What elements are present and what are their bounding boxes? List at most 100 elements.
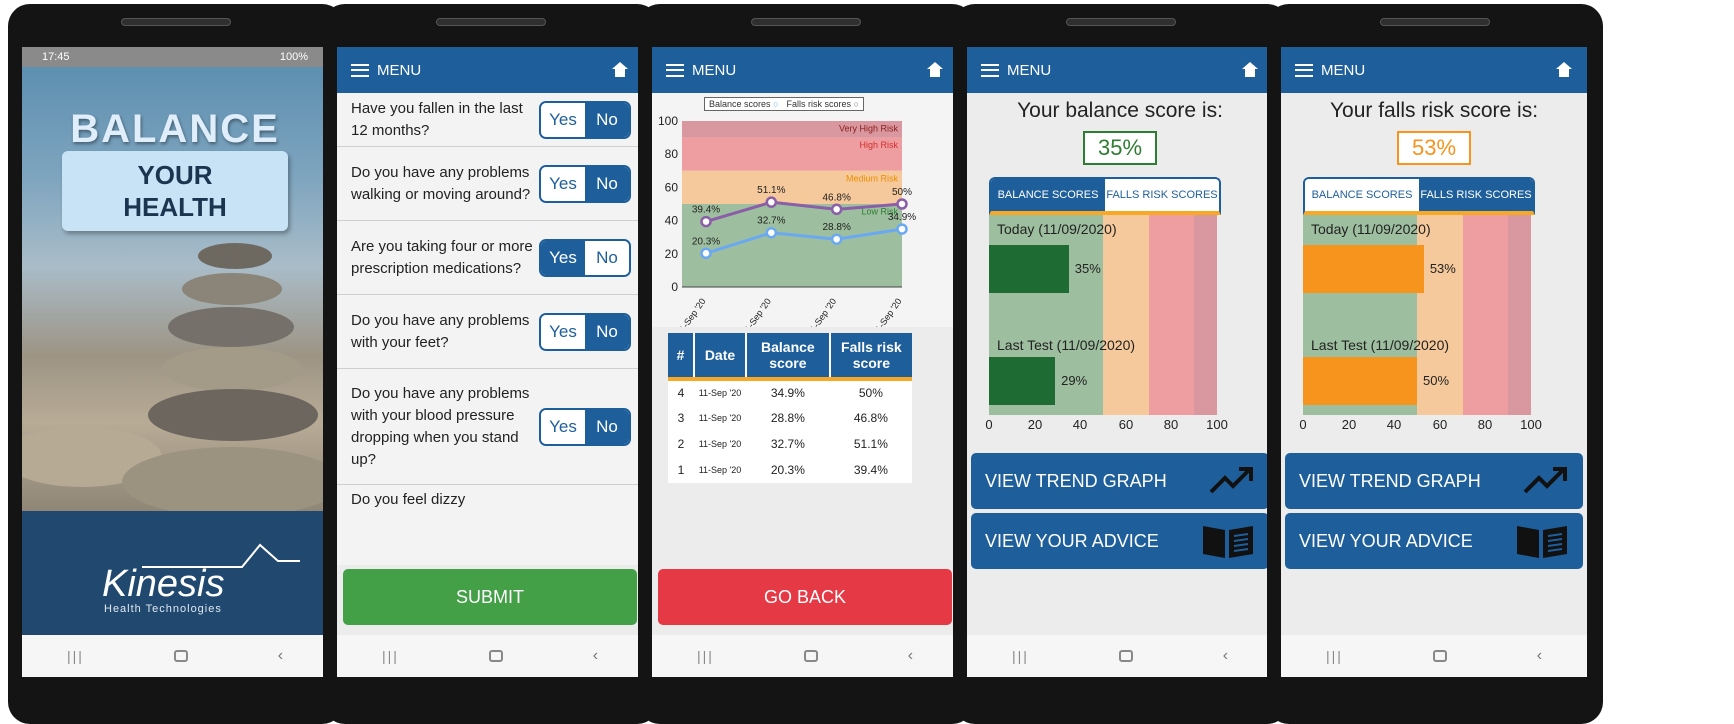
last-test-label: Last Test (11/09/2020) — [997, 337, 1136, 353]
home-nav-icon[interactable] — [173, 650, 188, 662]
score-tabs: BALANCE SCORES FALLS RISK SCORES — [989, 177, 1221, 215]
recent-apps-icon[interactable]: ||| — [382, 648, 399, 664]
phone-trend: MENU Balance scores ○ Falls risk scores … — [638, 4, 974, 724]
phone-balance-result: MENU Your balance score is: 35% BALANCE … — [953, 4, 1289, 724]
home-icon[interactable] — [611, 62, 629, 78]
tab-falls-risk-scores[interactable]: FALLS RISK SCORES — [1419, 179, 1533, 211]
no-option[interactable]: No — [585, 314, 629, 349]
stone — [162, 347, 302, 391]
y-tick-label: 100 — [658, 114, 678, 128]
row-number: 3 — [677, 411, 685, 425]
question-text: Do you have any problems with your blood… — [351, 384, 530, 468]
home-nav-icon[interactable] — [488, 650, 503, 662]
view-trend-graph-button[interactable]: VIEW TREND GRAPH — [971, 453, 1269, 509]
zone-very-high — [1194, 215, 1217, 415]
question-row: Do you have any problems with your blood… — [337, 369, 643, 485]
table-header-row: # Date Balance score Falls risk score — [668, 333, 912, 381]
recent-apps-icon[interactable]: ||| — [697, 648, 714, 664]
score-band-chart: Today (11/09/2020) 35% Last Test (11/09/… — [989, 215, 1217, 415]
yes-option[interactable]: Yes — [541, 102, 585, 137]
home-nav-icon[interactable] — [1118, 650, 1133, 662]
back-nav-icon[interactable]: ‹ — [1223, 647, 1228, 665]
subtitle-line2: HEALTH — [123, 192, 227, 222]
back-nav-icon[interactable]: ‹ — [908, 647, 913, 665]
stone — [122, 447, 328, 511]
stone — [198, 243, 272, 269]
go-back-button[interactable]: GO BACK — [658, 569, 952, 625]
today-bar — [989, 245, 1069, 293]
y-tick-label: 0 — [671, 280, 678, 294]
recent-apps-icon[interactable]: ||| — [1326, 648, 1343, 664]
row-date: 11-Sep '20 — [698, 465, 742, 475]
phone-speaker — [436, 18, 546, 26]
row-balance: 28.8% — [770, 411, 805, 425]
view-your-advice-button[interactable]: VIEW YOUR ADVICE — [1285, 513, 1583, 569]
y-tick-label: 60 — [665, 180, 679, 194]
zone-medium — [1103, 215, 1149, 415]
data-point — [765, 196, 778, 208]
menu-label[interactable]: MENU — [1007, 62, 1241, 79]
today-bar — [1303, 245, 1424, 293]
home-icon[interactable] — [1241, 62, 1259, 78]
view-your-advice-label: VIEW YOUR ADVICE — [985, 530, 1159, 551]
data-label: 32.7% — [757, 216, 785, 227]
tab-balance-scores[interactable]: BALANCE SCORES — [1305, 179, 1419, 211]
yes-no-toggle[interactable]: Yes No — [539, 312, 631, 351]
yes-option[interactable]: Yes — [541, 314, 585, 349]
phone-splash: 17:45 100% BALANCE YOUR HEALTH Kinesis H… — [8, 4, 344, 724]
score-value: 35% — [1083, 131, 1157, 165]
tick-label: 40 — [1072, 417, 1088, 432]
yes-no-toggle[interactable]: Yes No — [539, 100, 631, 139]
home-icon[interactable] — [926, 62, 944, 78]
no-option[interactable]: No — [585, 240, 629, 275]
back-nav-icon[interactable]: ‹ — [1537, 647, 1542, 665]
question-text: Do you have any problems walking or movi… — [351, 163, 531, 203]
last-test-value: 29% — [1061, 373, 1088, 388]
home-nav-icon[interactable] — [1432, 650, 1447, 662]
view-your-advice-button[interactable]: VIEW YOUR ADVICE — [971, 513, 1269, 569]
no-option[interactable]: No — [585, 166, 629, 201]
question-list[interactable]: Have you fallen in the last 12 months? Y… — [337, 93, 643, 565]
phone-speaker — [1380, 18, 1490, 26]
yes-no-toggle[interactable]: Yes No — [539, 164, 631, 203]
menu-label[interactable]: MENU — [1321, 62, 1555, 79]
tab-falls-risk-scores[interactable]: FALLS RISK SCORES — [1105, 179, 1219, 211]
submit-button[interactable]: SUBMIT — [343, 569, 637, 625]
hamburger-icon[interactable] — [351, 63, 369, 77]
col-header-balance: Balance score — [746, 333, 831, 381]
yes-no-toggle[interactable]: Yes No — [539, 407, 631, 446]
x-axis-ticks: 0 20 40 60 80 100 — [1297, 417, 1541, 435]
no-option[interactable]: No — [585, 102, 629, 137]
tick-label: 60 — [1118, 417, 1134, 432]
back-nav-icon[interactable]: ‹ — [593, 647, 598, 665]
balance-result-screen: MENU Your balance score is: 35% BALANCE … — [967, 47, 1273, 677]
question-text: Have you fallen in the last 12 months? — [351, 99, 523, 139]
hamburger-icon[interactable] — [981, 63, 999, 77]
yes-option[interactable]: Yes — [541, 166, 585, 201]
recent-apps-icon[interactable]: ||| — [1012, 648, 1029, 664]
view-your-advice-label: VIEW YOUR ADVICE — [1299, 530, 1473, 551]
hamburger-icon[interactable] — [1295, 63, 1313, 77]
zone-very-high — [1508, 215, 1531, 415]
status-time: 17:45 — [42, 51, 70, 63]
yes-no-toggle[interactable]: Yes No — [539, 238, 631, 277]
back-nav-icon[interactable]: ‹ — [278, 647, 283, 665]
question-text: Do you feel dizzy — [351, 491, 466, 508]
yes-option[interactable]: Yes — [541, 409, 585, 444]
view-trend-graph-label: VIEW TREND GRAPH — [985, 470, 1167, 491]
tab-balance-scores[interactable]: BALANCE SCORES — [991, 179, 1105, 211]
view-trend-graph-button[interactable]: VIEW TREND GRAPH — [1285, 453, 1583, 509]
recent-apps-icon[interactable]: ||| — [67, 648, 84, 664]
yes-option[interactable]: Yes — [541, 240, 585, 275]
hamburger-icon[interactable] — [666, 63, 684, 77]
menu-label[interactable]: MENU — [692, 62, 926, 79]
android-nav-bar: ||| ‹ — [1281, 635, 1587, 677]
col-header-date: Date — [694, 333, 747, 381]
home-icon[interactable] — [1555, 62, 1573, 78]
menu-label[interactable]: MENU — [377, 62, 611, 79]
no-option[interactable]: No — [585, 409, 629, 444]
brand-banner: Kinesis Health Technologies — [22, 511, 328, 635]
home-nav-icon[interactable] — [803, 650, 818, 662]
score-band-chart: Today (11/09/2020) 53% Last Test (11/09/… — [1303, 215, 1531, 415]
tick-label: 60 — [1432, 417, 1448, 432]
